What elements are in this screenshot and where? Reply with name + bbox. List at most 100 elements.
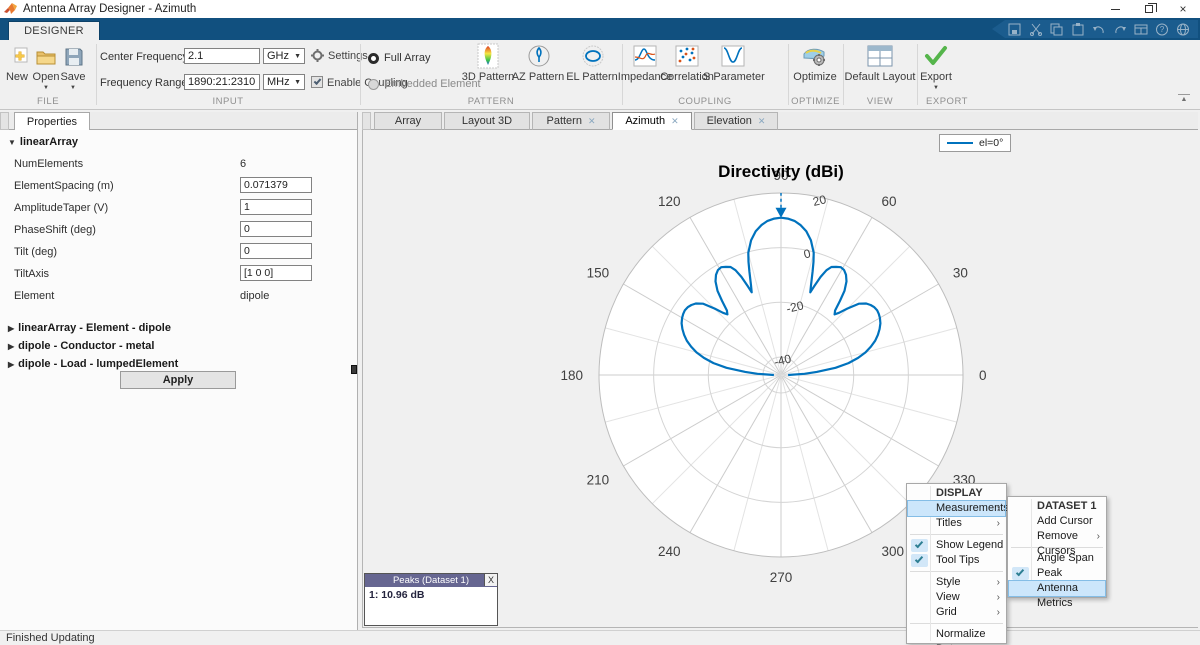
menu-item-normalize-data[interactable]: Normalize Data <box>908 627 1005 645</box>
help-icon[interactable]: ? <box>1155 23 1169 36</box>
tab-pattern[interactable]: Pattern ✕ <box>532 112 610 130</box>
undo-icon[interactable] <box>1092 23 1106 36</box>
prop-label-element: Element <box>14 290 55 302</box>
s-parameter-label: S Parameter <box>703 71 765 83</box>
export-dropdown-icon[interactable]: ▼ <box>933 85 939 91</box>
close-tab-icon[interactable]: ✕ <box>671 116 679 127</box>
minimize-button[interactable] <box>1098 0 1132 18</box>
group-dipole-conductor-metal[interactable]: ▶ dipole - Conductor - metal <box>8 340 154 352</box>
prop-input-phaseshift[interactable] <box>240 221 312 237</box>
tab-properties[interactable]: Properties <box>14 112 90 130</box>
close-tab-icon[interactable]: ✕ <box>758 116 766 127</box>
tab-array[interactable]: Array <box>374 112 442 130</box>
tab-elevation[interactable]: Elevation ✕ <box>694 112 778 130</box>
close-button[interactable]: × <box>1166 0 1200 18</box>
peaks-window[interactable]: Peaks (Dataset 1) X 1: 10.96 dB <box>364 573 498 626</box>
menu-item-angle-span[interactable]: Angle Span <box>1009 551 1105 566</box>
paste-icon[interactable] <box>1071 22 1085 36</box>
window-layout-icon[interactable] <box>1134 23 1148 36</box>
peaks-window-titlebar[interactable]: Peaks (Dataset 1) X <box>365 574 497 587</box>
center-frequency-unit-select[interactable]: GHz ▼ <box>263 48 305 64</box>
az-pattern-label: AZ Pattern <box>511 71 565 83</box>
prop-input-elementspacing[interactable] <box>240 177 312 193</box>
status-bar: Finished Updating <box>0 630 1200 645</box>
redo-icon[interactable] <box>1113 23 1127 36</box>
embedded-element-radio[interactable] <box>368 79 379 90</box>
triangle-right-icon: ▶ <box>8 324 15 333</box>
chevron-down-icon: ▼ <box>294 78 301 86</box>
open-button[interactable] <box>33 44 59 70</box>
group-lineararray-element-dipole[interactable]: ▶ linearArray - Element - dipole <box>8 322 171 334</box>
prop-input-tiltaxis[interactable] <box>240 265 312 281</box>
triangle-down-icon: ▼ <box>8 138 16 147</box>
frequency-range-unit-select[interactable]: MHz ▼ <box>263 74 305 90</box>
menu-item-style[interactable]: Style › <box>908 575 1005 590</box>
menu-item-titles[interactable]: Titles › <box>908 516 1005 531</box>
save-dropdown-icon[interactable]: ▼ <box>70 85 76 91</box>
menu-item-add-cursor[interactable]: Add Cursor <box>1009 514 1105 529</box>
menu-item-view[interactable]: View › <box>908 590 1005 605</box>
save-icon[interactable] <box>1008 23 1022 36</box>
el-pattern-button[interactable] <box>580 43 606 69</box>
open-folder-icon <box>36 51 56 65</box>
panel-splitter-handle[interactable] <box>351 365 357 374</box>
angle-tick-label: 120 <box>658 194 681 209</box>
minimize-icon <box>1110 8 1120 10</box>
checkmark-icon <box>911 539 928 552</box>
file-section-label: FILE <box>36 96 60 107</box>
frequency-range-input[interactable] <box>184 74 260 90</box>
apply-button[interactable]: Apply <box>120 371 236 389</box>
submenu-arrow-icon: › <box>996 592 1000 603</box>
optimize-button[interactable] <box>802 43 828 69</box>
s-parameter-button[interactable] <box>720 43 746 69</box>
maximize-button[interactable] <box>1132 0 1166 18</box>
center-frequency-label: Center Frequency <box>100 51 189 63</box>
menu-item-grid[interactable]: Grid › <box>908 605 1005 620</box>
group-dipole-load-lumpedelement[interactable]: ▶ dipole - Load - lumpedElement <box>8 358 178 370</box>
pattern-3d-button[interactable] <box>475 43 501 69</box>
save-button[interactable] <box>61 44 87 70</box>
copy-icon[interactable] <box>1050 23 1064 36</box>
menu-item-tool-tips[interactable]: Tool Tips <box>908 553 1005 568</box>
collapse-ribbon-button[interactable]: ▲ <box>1178 94 1190 103</box>
cut-icon[interactable] <box>1029 23 1043 36</box>
submenu-arrow-icon: › <box>996 503 1000 514</box>
pattern-section-label: PATTERN <box>467 96 515 107</box>
az-pattern-icon <box>528 45 550 67</box>
export-check-icon <box>925 46 947 65</box>
prop-input-tilt[interactable] <box>240 243 312 259</box>
menu-item-peak-locations[interactable]: Peak Locations <box>1009 566 1105 594</box>
open-dropdown-icon[interactable]: ▼ <box>43 85 49 91</box>
default-layout-button[interactable] <box>867 43 893 69</box>
menu-item-measurements[interactable]: Measurements › <box>907 500 1009 517</box>
export-button[interactable] <box>923 43 949 69</box>
prop-input-amplitudetaper[interactable] <box>240 199 312 215</box>
enable-coupling-checkbox[interactable] <box>311 76 323 88</box>
close-tab-icon[interactable]: ✕ <box>588 116 596 127</box>
peaks-entry: 1: 10.96 dB <box>369 589 425 601</box>
menu-item-show-legend[interactable]: Show Legend <box>908 538 1005 553</box>
legend[interactable]: el=0° <box>939 134 1012 152</box>
submenu-header: DATASET 1 <box>1037 500 1097 512</box>
peaks-close-button[interactable]: X <box>484 574 497 586</box>
pattern-3d-label: 3D Pattern <box>461 71 515 83</box>
checkmark-icon <box>911 554 928 567</box>
menu-item-antenna-metrics[interactable]: Antenna Metrics <box>1008 580 1106 609</box>
plot-panel-collapse-stub[interactable] <box>362 112 371 130</box>
tab-azimuth[interactable]: Azimuth ✕ <box>612 112 692 130</box>
new-button[interactable] <box>5 44 31 70</box>
tab-designer[interactable]: DESIGNER <box>8 21 100 40</box>
optimize-label: Optimize <box>793 71 837 83</box>
center-frequency-input[interactable] <box>184 48 260 64</box>
menu-item-remove-cursors[interactable]: Remove Cursors › <box>1009 529 1105 557</box>
impedance-button[interactable] <box>632 43 658 69</box>
chart-title: Directivity (dBi) <box>718 162 844 181</box>
prop-label-amplitudetaper: AmplitudeTaper (V) <box>14 202 109 214</box>
panel-collapse-stub[interactable] <box>0 112 9 130</box>
correlation-button[interactable] <box>674 43 700 69</box>
full-array-radio[interactable] <box>368 53 379 64</box>
tab-layout-3d[interactable]: Layout 3D <box>444 112 530 130</box>
lineararray-group-header[interactable]: ▼ linearArray <box>8 136 78 148</box>
az-pattern-button[interactable] <box>526 43 552 69</box>
community-icon[interactable] <box>1176 23 1190 36</box>
